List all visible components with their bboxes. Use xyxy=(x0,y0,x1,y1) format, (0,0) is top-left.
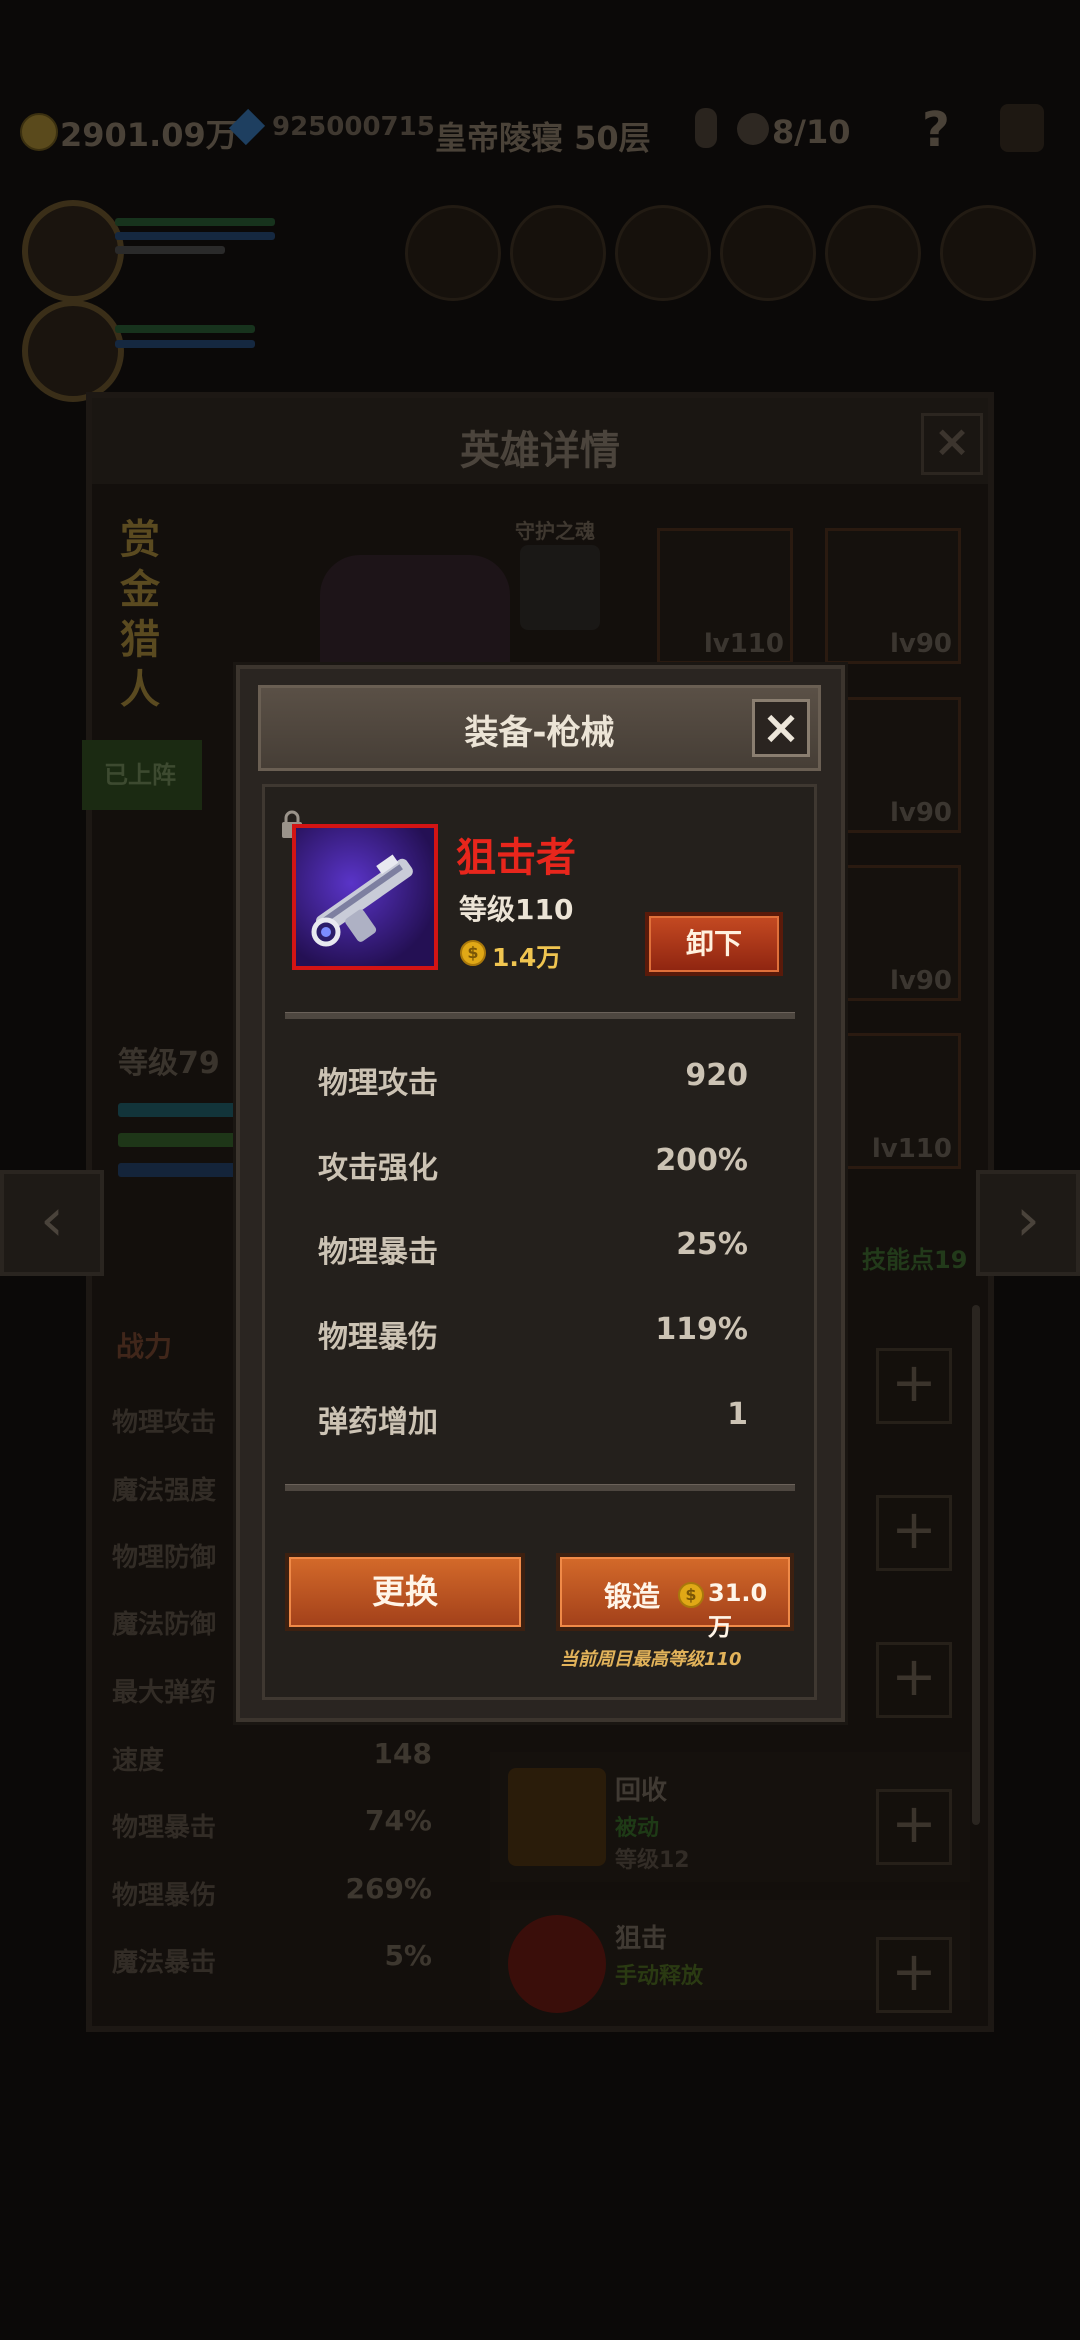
item-name: 狙击者 xyxy=(456,835,576,881)
next-hero-arrow-icon[interactable]: › xyxy=(976,1170,1080,1276)
top-skill-slot[interactable] xyxy=(825,205,921,301)
hero-hp-bar xyxy=(115,218,275,226)
gold-coin-icon: $ xyxy=(460,940,486,966)
key-icon xyxy=(695,108,717,148)
top-skill-slot[interactable] xyxy=(720,205,816,301)
stage-label[interactable]: 皇帝陵寝 50层 xyxy=(435,113,651,159)
skill-points: 技能点19 xyxy=(862,1246,968,1274)
equipment-modal-title: 装备-枪械 xyxy=(464,713,615,753)
prev-hero-arrow-icon[interactable]: ‹ xyxy=(0,1170,104,1276)
add-skill-button[interactable]: + xyxy=(876,1789,952,1865)
hero-portrait[interactable] xyxy=(22,200,124,302)
stat-label: 物理暴击 xyxy=(112,1813,217,1843)
key-count: 8/10 xyxy=(772,113,851,151)
attribute-value: 1 xyxy=(727,1397,748,1432)
stat-label: 魔法强度 xyxy=(112,1476,217,1506)
sniper-rifle-icon xyxy=(311,854,413,947)
top-skill-slot[interactable] xyxy=(940,205,1036,301)
attribute-label: 物理暴击 xyxy=(318,1235,438,1270)
stat-label: 最大弹药 xyxy=(112,1678,217,1708)
recycle-gear-icon xyxy=(508,1768,606,1866)
stat-label: 魔法暴击 xyxy=(112,1948,217,1978)
skill-name: 狙击 xyxy=(615,1924,668,1954)
hero-hp-bar xyxy=(115,325,255,333)
max-level-note: 当前周目最高等级110 xyxy=(560,1649,742,1670)
equip-slot-shield[interactable]: lv110 xyxy=(825,1033,961,1169)
attribute-label: 物理暴伤 xyxy=(318,1320,438,1355)
attribute-value: 920 xyxy=(685,1058,748,1093)
skill-level: 等级12 xyxy=(615,1848,690,1873)
skill-type: 手动释放 xyxy=(615,1964,704,1989)
item-level: 等级110 xyxy=(459,893,574,926)
add-skill-button[interactable]: + xyxy=(876,1937,952,2013)
attribute-value: 119% xyxy=(655,1312,748,1347)
hero-detail-close-icon[interactable]: × xyxy=(921,413,983,475)
skill-list-scrollbar[interactable] xyxy=(972,1305,980,1825)
equip-slot-amulet[interactable]: lv90 xyxy=(825,528,961,664)
hero-detail-title: 英雄详情 xyxy=(460,428,620,474)
hero-detail-bar-3 xyxy=(118,1163,238,1177)
stat-label: 魔法防御 xyxy=(112,1610,217,1640)
hero-detail-bar-1 xyxy=(118,1103,238,1117)
equip-slot-ring[interactable]: lv90 xyxy=(825,865,961,1001)
gold-amount: 2901.09万 xyxy=(60,116,238,154)
forge-cost: 31.0万 xyxy=(708,1579,768,1641)
top-skill-slot[interactable] xyxy=(510,205,606,301)
stat-value: 5% xyxy=(384,1939,432,1972)
hero-detail-header: 英雄详情 xyxy=(92,398,988,484)
divider xyxy=(285,1012,795,1019)
stat-label: 物理防御 xyxy=(112,1543,217,1573)
skill-type: 被动 xyxy=(615,1816,660,1841)
gold-coin-icon xyxy=(20,113,58,151)
deployed-badge: 已上阵 xyxy=(82,740,202,810)
crosshair-icon xyxy=(508,1915,606,2013)
forge-button[interactable]: 锻造 $ 31.0万 xyxy=(556,1553,794,1641)
hero-name: 赏金猎人 xyxy=(120,517,160,713)
item-sell-price: 1.4万 xyxy=(492,943,562,972)
equip-slot-armor[interactable]: lv90 xyxy=(825,697,961,833)
hero-mp-bar xyxy=(115,340,255,348)
add-skill-button[interactable]: + xyxy=(876,1495,952,1571)
stat-value: 269% xyxy=(345,1872,432,1905)
stat-label: 物理暴伤 xyxy=(112,1881,217,1911)
attribute-value: 25% xyxy=(676,1227,748,1262)
change-equipment-button[interactable]: 更换 xyxy=(285,1553,525,1631)
forge-label: 锻造 xyxy=(604,1580,661,1613)
hero-detail-bar-2 xyxy=(118,1133,238,1147)
hero-xp-bar xyxy=(115,246,225,254)
attribute-label: 物理攻击 xyxy=(318,1066,438,1101)
guardian-label: 守护之魂 xyxy=(515,519,595,543)
skill-name: 回收 xyxy=(615,1776,668,1806)
help-button[interactable]: ? xyxy=(922,102,950,158)
add-skill-button[interactable]: + xyxy=(876,1642,952,1718)
hero-mp-bar xyxy=(115,232,275,240)
hero-level: 等级79 xyxy=(118,1046,220,1081)
settings-icon[interactable] xyxy=(1000,104,1044,152)
top-skill-slot[interactable] xyxy=(405,205,501,301)
stat-label: 物理攻击 xyxy=(112,1408,217,1438)
top-skill-slot[interactable] xyxy=(615,205,711,301)
item-icon xyxy=(292,824,438,970)
divider xyxy=(285,1484,795,1491)
attribute-label: 弹药增加 xyxy=(318,1405,438,1440)
stat-label: 速度 xyxy=(112,1746,165,1776)
gold-coin-icon: $ xyxy=(678,1582,704,1608)
guardian-pet-icon[interactable] xyxy=(520,545,600,630)
unequip-button[interactable]: 卸下 xyxy=(645,912,783,976)
power-tab[interactable]: 战力 xyxy=(116,1325,172,1365)
add-skill-button[interactable]: + xyxy=(876,1348,952,1424)
stat-value: 148 xyxy=(373,1737,432,1770)
gem-amount: 925000715 xyxy=(272,112,435,142)
stat-value: 74% xyxy=(364,1804,432,1837)
equip-slot-helmet[interactable]: lv110 xyxy=(657,528,793,664)
hero-portrait[interactable] xyxy=(22,300,124,402)
close-icon[interactable]: × xyxy=(752,699,810,757)
skull-icon xyxy=(737,113,769,145)
attribute-label: 攻击强化 xyxy=(318,1151,438,1186)
attribute-value: 200% xyxy=(655,1143,748,1178)
